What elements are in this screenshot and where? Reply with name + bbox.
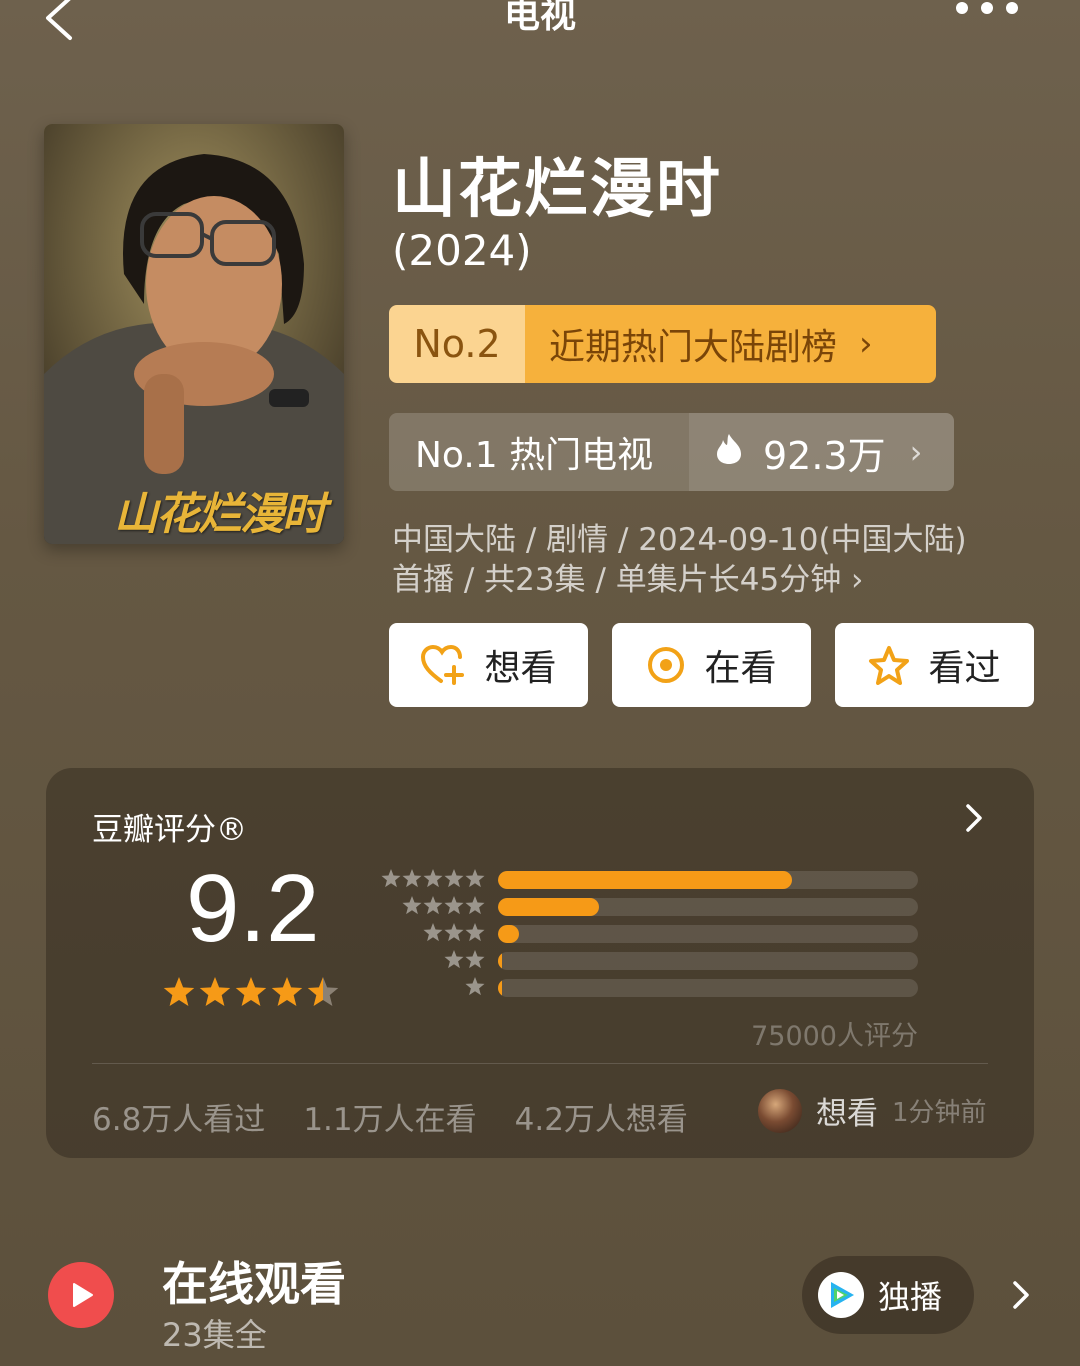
star-outline-icon — [868, 645, 910, 685]
stat-watching[interactable]: 1.1万人在看 — [303, 1094, 476, 1139]
watched-button[interactable]: 看过 — [835, 623, 1034, 707]
rating-title: 豆瓣评分® — [92, 812, 247, 848]
small-star-icon — [423, 896, 443, 915]
rating-bar-track — [498, 979, 918, 997]
small-star-icon — [402, 896, 422, 915]
flame-icon — [715, 430, 743, 474]
watch-subtitle: 23集全 — [162, 1316, 267, 1354]
rank-badge[interactable]: No.2 近期热门大陆剧榜 › — [389, 305, 936, 383]
rating-row-2-star — [376, 949, 926, 971]
recent-time: 1分钟前 — [892, 1098, 987, 1128]
more-dots-icon — [956, 2, 1018, 14]
watched-label: 看过 — [928, 648, 1001, 689]
hot-label: No.1 热门电视 — [389, 413, 689, 491]
watch-stats: 6.8万人看过 1.1万人在看 4.2万人想看 — [92, 1094, 688, 1139]
rating-row-1-star — [376, 976, 926, 998]
row-stars — [381, 868, 486, 890]
small-star-icon — [465, 923, 485, 942]
more-button[interactable] — [954, 0, 1024, 22]
rating-bar-fill — [498, 871, 792, 889]
small-star-icon — [444, 869, 464, 888]
small-star-icon — [381, 869, 401, 888]
rank-number: No.2 — [389, 305, 525, 383]
score-star-icon — [271, 977, 303, 1006]
chevron-right-icon: › — [909, 433, 923, 471]
hot-count: 92.3万 — [763, 433, 886, 478]
score-star-icon — [163, 977, 195, 1006]
divider — [92, 1063, 988, 1064]
meta-line-1: 中国大陆 / 剧情 / 2024-09-10(中国大陆) — [392, 522, 967, 558]
small-star-icon — [423, 869, 443, 888]
row-stars — [423, 922, 486, 944]
hot-count-wrap: 92.3万 › — [689, 413, 954, 491]
rating-score: 9.2 — [186, 855, 320, 962]
tencent-video-icon — [818, 1272, 864, 1318]
online-watch-section[interactable]: 在线观看 23集全 独播 — [0, 1240, 1080, 1360]
hot-badge[interactable]: No.1 热门电视 92.3万 › — [389, 413, 954, 491]
small-star-icon — [465, 977, 485, 996]
score-star-icon — [235, 977, 267, 1006]
chevron-right-icon: › — [859, 324, 873, 364]
target-icon — [646, 645, 686, 685]
stat-want[interactable]: 4.2万人想看 — [515, 1094, 688, 1139]
poster-image[interactable]: 山花烂漫时 — [44, 124, 344, 544]
play-button[interactable] — [48, 1262, 114, 1328]
want-button[interactable]: 想看 — [389, 623, 588, 707]
small-star-icon — [444, 923, 464, 942]
show-meta[interactable]: 中国大陆 / 剧情 / 2024-09-10(中国大陆) 首播 / 共23集 /… — [392, 520, 1042, 600]
page-title: 电视 — [503, 0, 576, 36]
want-label: 想看 — [484, 648, 557, 689]
meta-line-2: 首播 / 共23集 / 单集片长45分钟 › — [392, 562, 864, 598]
heart-plus-icon — [420, 645, 466, 685]
chevron-right-icon[interactable] — [962, 800, 986, 840]
small-star-icon — [444, 896, 464, 915]
small-star-icon — [465, 896, 485, 915]
stat-watched[interactable]: 6.8万人看过 — [92, 1094, 265, 1139]
show-title: 山花烂漫时 — [392, 153, 722, 227]
small-star-icon — [402, 869, 422, 888]
watch-title: 在线观看 — [162, 1257, 346, 1311]
row-stars — [465, 976, 486, 998]
chevron-right-icon[interactable] — [1010, 1278, 1032, 1316]
rating-card[interactable]: 豆瓣评分® 9.2 75000人评分 6.8万人看过 1.1万人在看 4.2万人… — [46, 768, 1034, 1158]
exclusive-label: 独播 — [878, 1278, 943, 1316]
recent-action: 想看 — [816, 1096, 878, 1132]
rating-bar-fill — [498, 925, 519, 943]
rating-bar-track — [498, 952, 918, 970]
score-star-icon — [307, 977, 339, 1006]
rating-count: 75000人评分 — [751, 1021, 918, 1052]
rating-bar-fill — [498, 952, 503, 970]
small-star-icon — [465, 869, 485, 888]
rank-label: 近期热门大陆剧榜 — [549, 327, 838, 368]
show-year: (2024) — [392, 226, 532, 275]
rating-bar-track — [498, 871, 918, 889]
rating-row-5-star — [376, 868, 926, 890]
poster-title-calligraphy: 山花烂漫时 — [114, 489, 326, 540]
small-star-icon — [444, 950, 464, 969]
rank-label-wrap: 近期热门大陆剧榜 › — [525, 305, 936, 383]
recent-activity[interactable]: 想看 1分钟前 — [758, 1088, 987, 1133]
top-bar: 电视 — [0, 0, 1080, 40]
avatar — [758, 1088, 802, 1133]
rating-stars — [162, 976, 339, 1014]
rating-bar-fill — [498, 898, 599, 916]
small-star-icon — [423, 923, 443, 942]
row-stars — [444, 949, 486, 971]
play-icon — [73, 1283, 93, 1307]
small-star-icon — [465, 950, 485, 969]
watching-label: 在看 — [704, 648, 777, 689]
row-stars — [402, 895, 486, 917]
rating-bar-track — [498, 898, 918, 916]
rating-bar-fill — [498, 979, 503, 997]
exclusive-platform-button[interactable]: 独播 — [802, 1256, 974, 1334]
score-star-icon — [199, 977, 231, 1006]
watching-button[interactable]: 在看 — [612, 623, 811, 707]
rating-row-3-star — [376, 922, 926, 944]
rating-row-4-star — [376, 895, 926, 917]
rating-bar-track — [498, 925, 918, 943]
